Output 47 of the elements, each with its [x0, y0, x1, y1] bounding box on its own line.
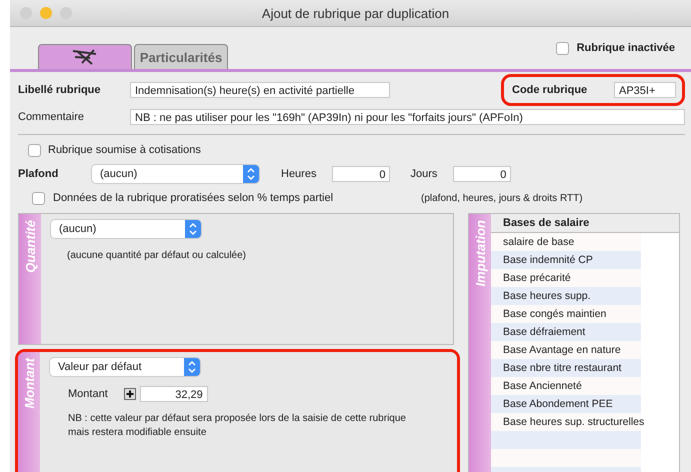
- field-label: Code rubrique: [512, 84, 588, 96]
- list-item[interactable]: Base défraiement: [491, 323, 641, 341]
- field-label: Commentaire: [18, 111, 86, 123]
- tab[interactable]: Particularités: [134, 44, 228, 69]
- stepper-icon: [243, 165, 259, 183]
- window-title: Ajout de rubrique par duplication: [260, 6, 450, 20]
- list-item[interactable]: Base nbre titre restaurant: [491, 359, 641, 377]
- note-text: (plafond, heures, jours & droits RTT): [421, 192, 583, 204]
- list-item[interactable]: Base Ancienneté: [491, 377, 641, 395]
- side-label: Quantité: [19, 214, 41, 344]
- checkbox-label: Rubrique inactivée: [576, 42, 675, 54]
- field-label: Plafond: [18, 168, 60, 180]
- checkbox[interactable]: [28, 144, 41, 156]
- list-item[interactable]: Base congés maintien: [491, 305, 641, 323]
- field-label: Heures: [281, 168, 316, 180]
- libelle-field[interactable]: Indemnisation(s) heure(s) en activité partielle: [130, 82, 390, 98]
- side-label: Imputation: [469, 214, 491, 472]
- checkbox[interactable]: [556, 42, 569, 54]
- hours-field[interactable]: 0: [332, 166, 390, 182]
- plafond-select[interactable]: (aucun): [92, 165, 259, 183]
- stepper-icon: [185, 220, 201, 238]
- plus-icon[interactable]: [124, 388, 136, 400]
- list-item[interactable]: Base Abondement PEE: [491, 395, 641, 413]
- list-item[interactable]: Base Avantage en nature: [491, 341, 641, 359]
- minimize-button[interactable]: [40, 7, 52, 19]
- list-item[interactable]: Base précarité: [491, 269, 641, 287]
- note-text: (aucune quantité par défaut ou calculée): [67, 250, 248, 261]
- side-label: Montant: [18, 352, 40, 472]
- amount-field[interactable]: 32,29: [140, 386, 208, 402]
- field-label: Libellé rubrique: [18, 84, 102, 96]
- checkbox-label: Données de la rubrique proratisées selon % temps partiel: [53, 192, 334, 204]
- days-field[interactable]: 0: [453, 166, 512, 182]
- tab[interactable]: [38, 44, 132, 69]
- checkbox[interactable]: [32, 192, 45, 204]
- code-field[interactable]: AP35I+: [614, 82, 676, 98]
- field-label: Montant: [68, 388, 108, 400]
- list-item[interactable]: Base heures supp.: [491, 287, 641, 305]
- list-item[interactable]: salaire de base: [491, 233, 641, 251]
- checkbox-label: Rubrique soumise à cotisations: [48, 144, 201, 156]
- amount-select[interactable]: Valeur par défaut: [50, 358, 200, 376]
- stepper-icon: [184, 358, 200, 376]
- comment-field[interactable]: NB : ne pas utiliser pour les "169h" (AP39In) ni pour les "forfaits jours" (APFoIn): [130, 109, 685, 125]
- field-label: Jours: [410, 168, 438, 180]
- quantity-select[interactable]: (aucun): [51, 220, 201, 238]
- list-item[interactable]: Base indemnité CP: [491, 251, 641, 269]
- column-header: Bases de salaire: [491, 214, 679, 233]
- note-text: NB : cette valeur par défaut sera proposée lors de la saisie de cette rubrique mais restera modifiable ensuite: [68, 412, 407, 440]
